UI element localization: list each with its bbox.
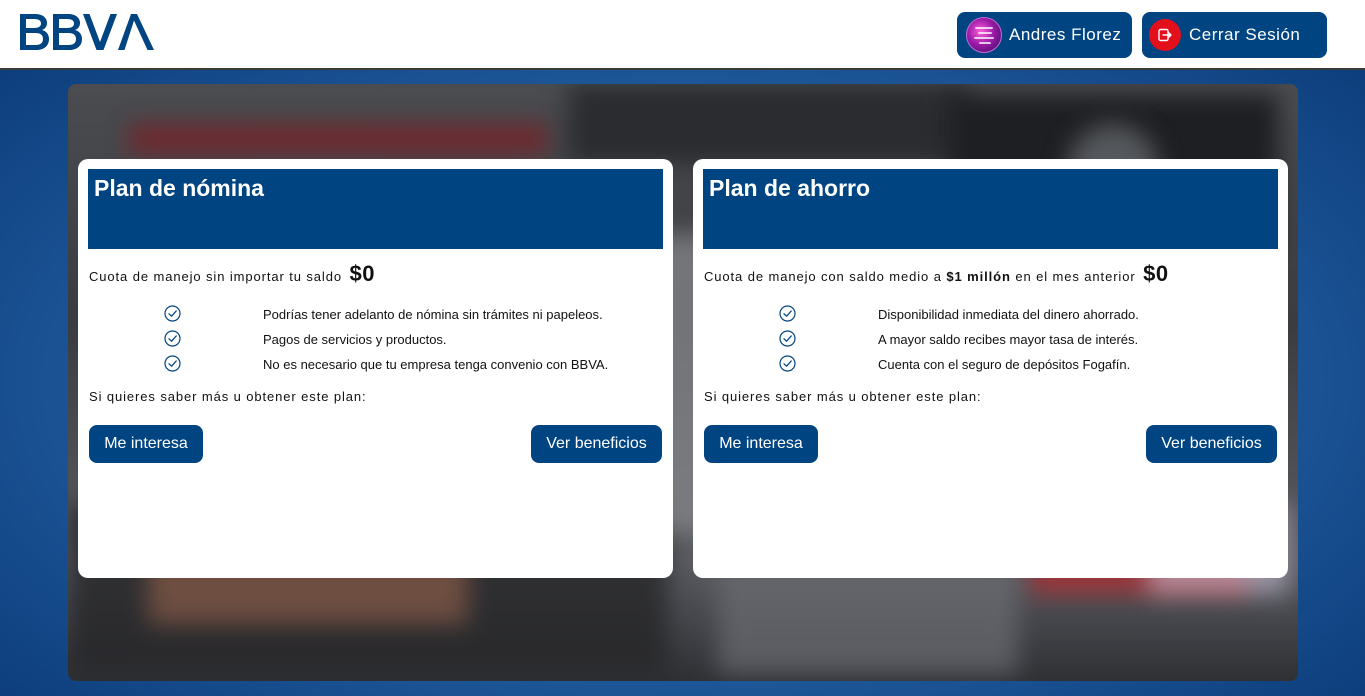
benefit-text: A mayor saldo recibes mayor tasa de inte… xyxy=(878,332,1139,347)
me-interesa-button[interactable]: Me interesa xyxy=(89,425,203,463)
plan-card-nomina: Plan de nómina Cuota de manejo sin impor… xyxy=(78,159,673,578)
check-circle-icon xyxy=(164,330,181,347)
bbva-logo-mark xyxy=(20,14,154,50)
benefit-item: Disponibilidad inmediata del dinero ahor… xyxy=(693,305,1288,325)
fee-text-after: en el mes anterior xyxy=(1015,269,1136,284)
plan-info-text: Si quieres saber más u obtener este plan… xyxy=(704,389,982,404)
benefit-item: Pagos de servicios y productos. xyxy=(78,330,673,350)
benefit-text: No es necesario que tu empresa tenga con… xyxy=(263,357,609,372)
benefit-item: A mayor saldo recibes mayor tasa de inte… xyxy=(693,330,1288,350)
benefit-text: Podrías tener adelanto de nómina sin trá… xyxy=(263,307,603,322)
ver-beneficios-button[interactable]: Ver beneficios xyxy=(1146,425,1277,463)
check-circle-icon xyxy=(779,305,796,322)
plan-info-text: Si quieres saber más u obtener este plan… xyxy=(89,389,367,404)
check-circle-icon xyxy=(164,305,181,322)
plan-fee: Cuota de manejo con saldo medio a $1 mil… xyxy=(704,261,1169,287)
fee-text: Cuota de manejo sin importar tu saldo xyxy=(89,269,342,284)
benefit-item: Cuenta con el seguro de depósitos Fogafí… xyxy=(693,355,1288,375)
user-avatar xyxy=(966,17,1002,53)
benefit-item: No es necesario que tu empresa tenga con… xyxy=(78,355,673,375)
plan-card-ahorro: Plan de ahorro Cuota de manejo con saldo… xyxy=(693,159,1288,578)
check-circle-icon xyxy=(164,355,181,372)
check-circle-icon xyxy=(779,330,796,347)
me-interesa-button[interactable]: Me interesa xyxy=(704,425,818,463)
benefit-item: Podrías tener adelanto de nómina sin trá… xyxy=(78,305,673,325)
benefit-text: Disponibilidad inmediata del dinero ahor… xyxy=(878,307,1139,322)
logout-button[interactable]: Cerrar Sesión xyxy=(1142,12,1327,58)
fee-text-bold: $1 millón xyxy=(946,269,1011,284)
logout-icon xyxy=(1149,19,1181,51)
ver-beneficios-button[interactable]: Ver beneficios xyxy=(531,425,662,463)
bbva-logo[interactable] xyxy=(20,12,154,57)
fee-text: Cuota de manejo con saldo medio a xyxy=(704,269,942,284)
user-profile-button[interactable]: Andres Florez xyxy=(957,12,1132,58)
plan-title: Plan de nómina xyxy=(88,169,663,249)
top-header: Andres Florez Cerrar Sesión xyxy=(0,0,1365,70)
fee-amount: $0 xyxy=(349,261,375,286)
plan-title: Plan de ahorro xyxy=(703,169,1278,249)
plan-fee: Cuota de manejo sin importar tu saldo $0 xyxy=(89,261,375,287)
benefit-text: Cuenta con el seguro de depósitos Fogafí… xyxy=(878,357,1131,372)
user-name: Andres Florez xyxy=(1009,25,1122,44)
logout-label: Cerrar Sesión xyxy=(1189,25,1301,44)
check-circle-icon xyxy=(779,355,796,372)
main-area: Plan de nómina Cuota de manejo sin impor… xyxy=(0,70,1365,696)
fee-amount: $0 xyxy=(1143,261,1169,286)
benefit-text: Pagos de servicios y productos. xyxy=(263,332,447,347)
